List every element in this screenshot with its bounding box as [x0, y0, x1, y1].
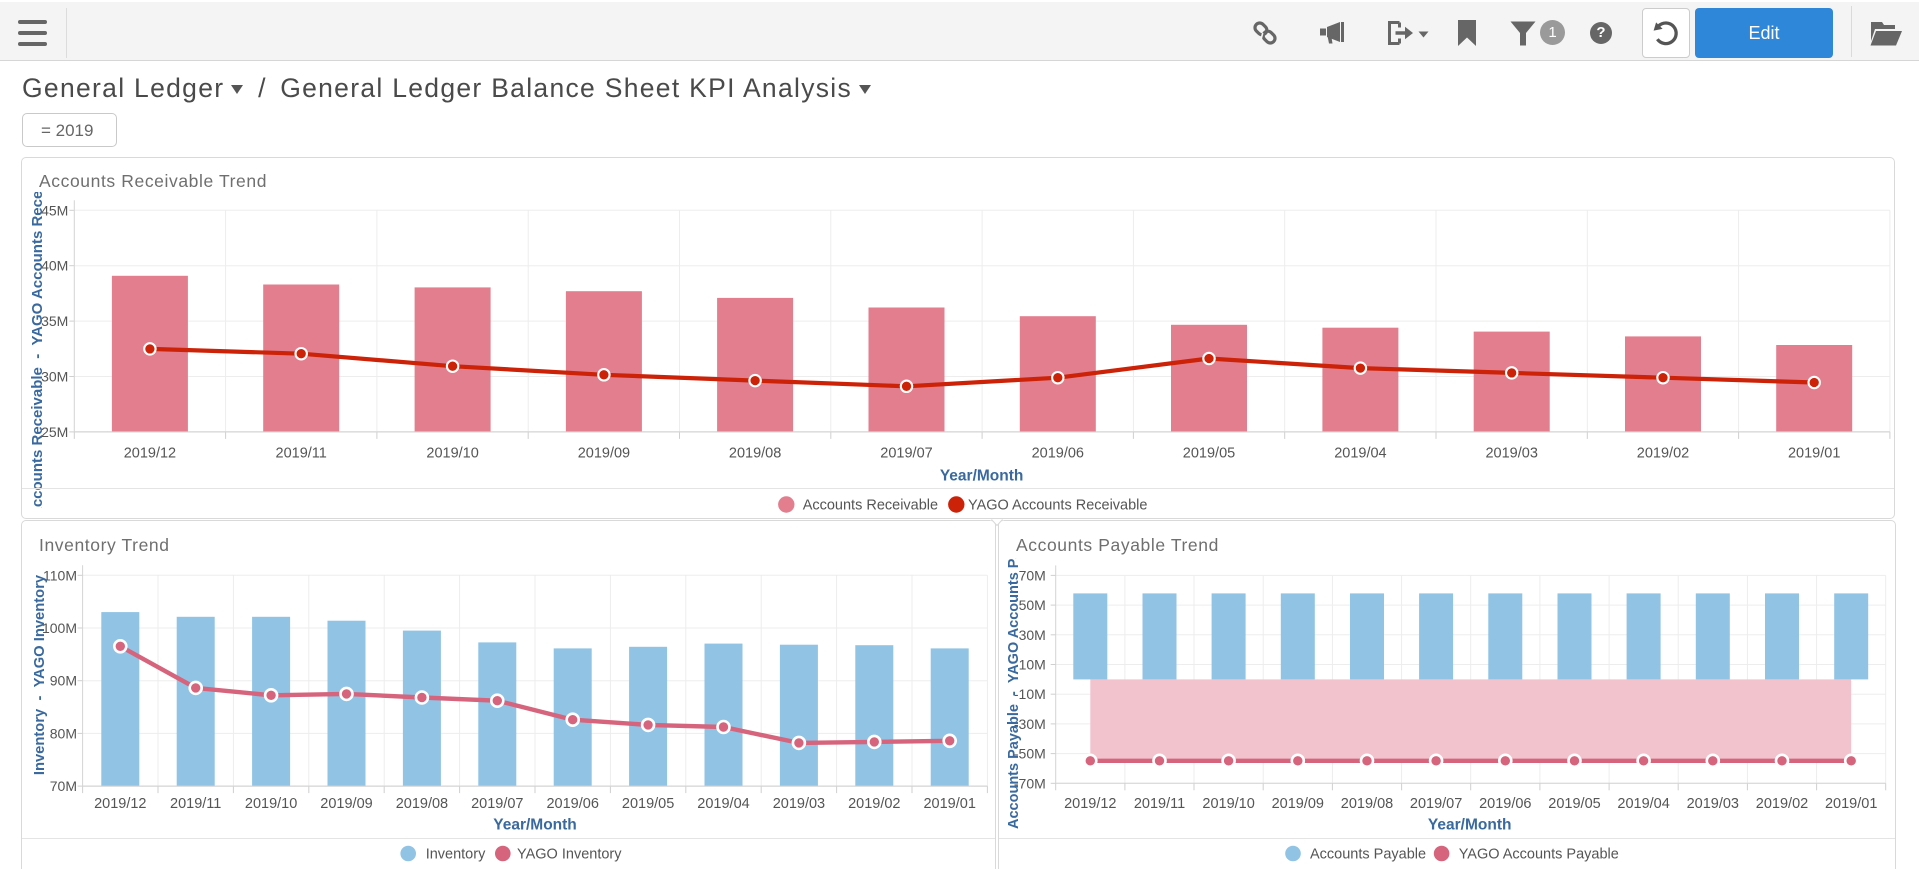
svg-text:Accounts Receivable Trend: Accounts Receivable Trend [39, 171, 267, 191]
svg-text:2019/05: 2019/05 [1548, 796, 1600, 812]
svg-text:Year/Month: Year/Month [940, 468, 1024, 485]
svg-text:2019/04: 2019/04 [1334, 445, 1386, 461]
svg-text:Accounts Payable - YAGO Acco: Accounts Payable - YAGO Accounts Payable [1006, 520, 1022, 829]
svg-text:2019/08: 2019/08 [396, 796, 448, 812]
svg-text:Inventory: Inventory [426, 847, 486, 863]
svg-text:2019/04: 2019/04 [697, 796, 749, 812]
svg-text:2019/01: 2019/01 [923, 796, 975, 812]
svg-text:2019/03: 2019/03 [1687, 796, 1739, 812]
svg-text:10M: 10M [1019, 657, 1046, 673]
svg-text:YAGO Accounts Payable: YAGO Accounts Payable [1459, 847, 1619, 863]
svg-text:2019/09: 2019/09 [1272, 796, 1324, 812]
svg-text:2019/06: 2019/06 [546, 796, 598, 812]
svg-text:2019/03: 2019/03 [1485, 445, 1537, 461]
svg-text:2019/09: 2019/09 [578, 445, 630, 461]
svg-text:Inventory - YAGO Inventory: Inventory - YAGO Inventory [32, 574, 48, 775]
svg-text:2019/08: 2019/08 [729, 445, 781, 461]
svg-text:Year/Month: Year/Month [493, 817, 577, 834]
svg-text:2019/05: 2019/05 [1183, 445, 1235, 461]
svg-text:2019/08: 2019/08 [1341, 796, 1393, 812]
svg-text:2019/03: 2019/03 [773, 796, 825, 812]
svg-text:2019/05: 2019/05 [622, 796, 674, 812]
svg-text:2019/07: 2019/07 [471, 796, 523, 812]
svg-text:2019/07: 2019/07 [880, 445, 932, 461]
svg-text:2019/11: 2019/11 [1134, 796, 1185, 812]
svg-text:2019/02: 2019/02 [848, 796, 900, 812]
svg-text:2019/12: 2019/12 [94, 796, 146, 812]
svg-text:50M: 50M [1019, 597, 1046, 613]
svg-text:2019/10: 2019/10 [426, 445, 478, 461]
svg-text:YAGO Accounts Receivable: YAGO Accounts Receivable [968, 498, 1147, 514]
svg-text:2019/01: 2019/01 [1825, 796, 1877, 812]
svg-text:80M: 80M [50, 725, 77, 741]
svg-text:Year/Month: Year/Month [1428, 817, 1512, 834]
svg-text:2019/10: 2019/10 [245, 796, 297, 812]
svg-text:70M: 70M [50, 778, 77, 794]
svg-text:Accounts Payable Trend: Accounts Payable Trend [1016, 535, 1219, 555]
svg-text:90M: 90M [50, 673, 77, 689]
svg-text:110M: 110M [43, 567, 77, 583]
svg-text:YAGO Inventory: YAGO Inventory [517, 847, 622, 863]
svg-text:2019/06: 2019/06 [1032, 445, 1084, 461]
svg-text:2019/07: 2019/07 [1410, 796, 1462, 812]
svg-text:2019/11: 2019/11 [170, 796, 221, 812]
svg-text:Accounts Receivable: Accounts Receivable [803, 498, 938, 514]
svg-text:2019/11: 2019/11 [276, 445, 327, 461]
svg-text:Accounts Receivable - YAGO A: Accounts Receivable - YAGO Accounts Rece… [29, 157, 46, 518]
svg-text:2019/01: 2019/01 [1788, 445, 1840, 461]
svg-text:70M: 70M [1019, 567, 1046, 583]
svg-text:2019/12: 2019/12 [124, 445, 176, 461]
svg-text:2019/02: 2019/02 [1637, 445, 1689, 461]
svg-text:2019/10: 2019/10 [1202, 796, 1254, 812]
svg-text:2019/09: 2019/09 [320, 796, 372, 812]
svg-text:2019/02: 2019/02 [1756, 796, 1808, 812]
svg-text:2019/12: 2019/12 [1064, 796, 1116, 812]
svg-text:30M: 30M [1019, 627, 1046, 643]
svg-text:2019/04: 2019/04 [1617, 796, 1669, 812]
svg-text:Inventory Trend: Inventory Trend [39, 535, 170, 555]
svg-text:Accounts Payable: Accounts Payable [1310, 847, 1426, 863]
svg-text:2019/06: 2019/06 [1479, 796, 1531, 812]
